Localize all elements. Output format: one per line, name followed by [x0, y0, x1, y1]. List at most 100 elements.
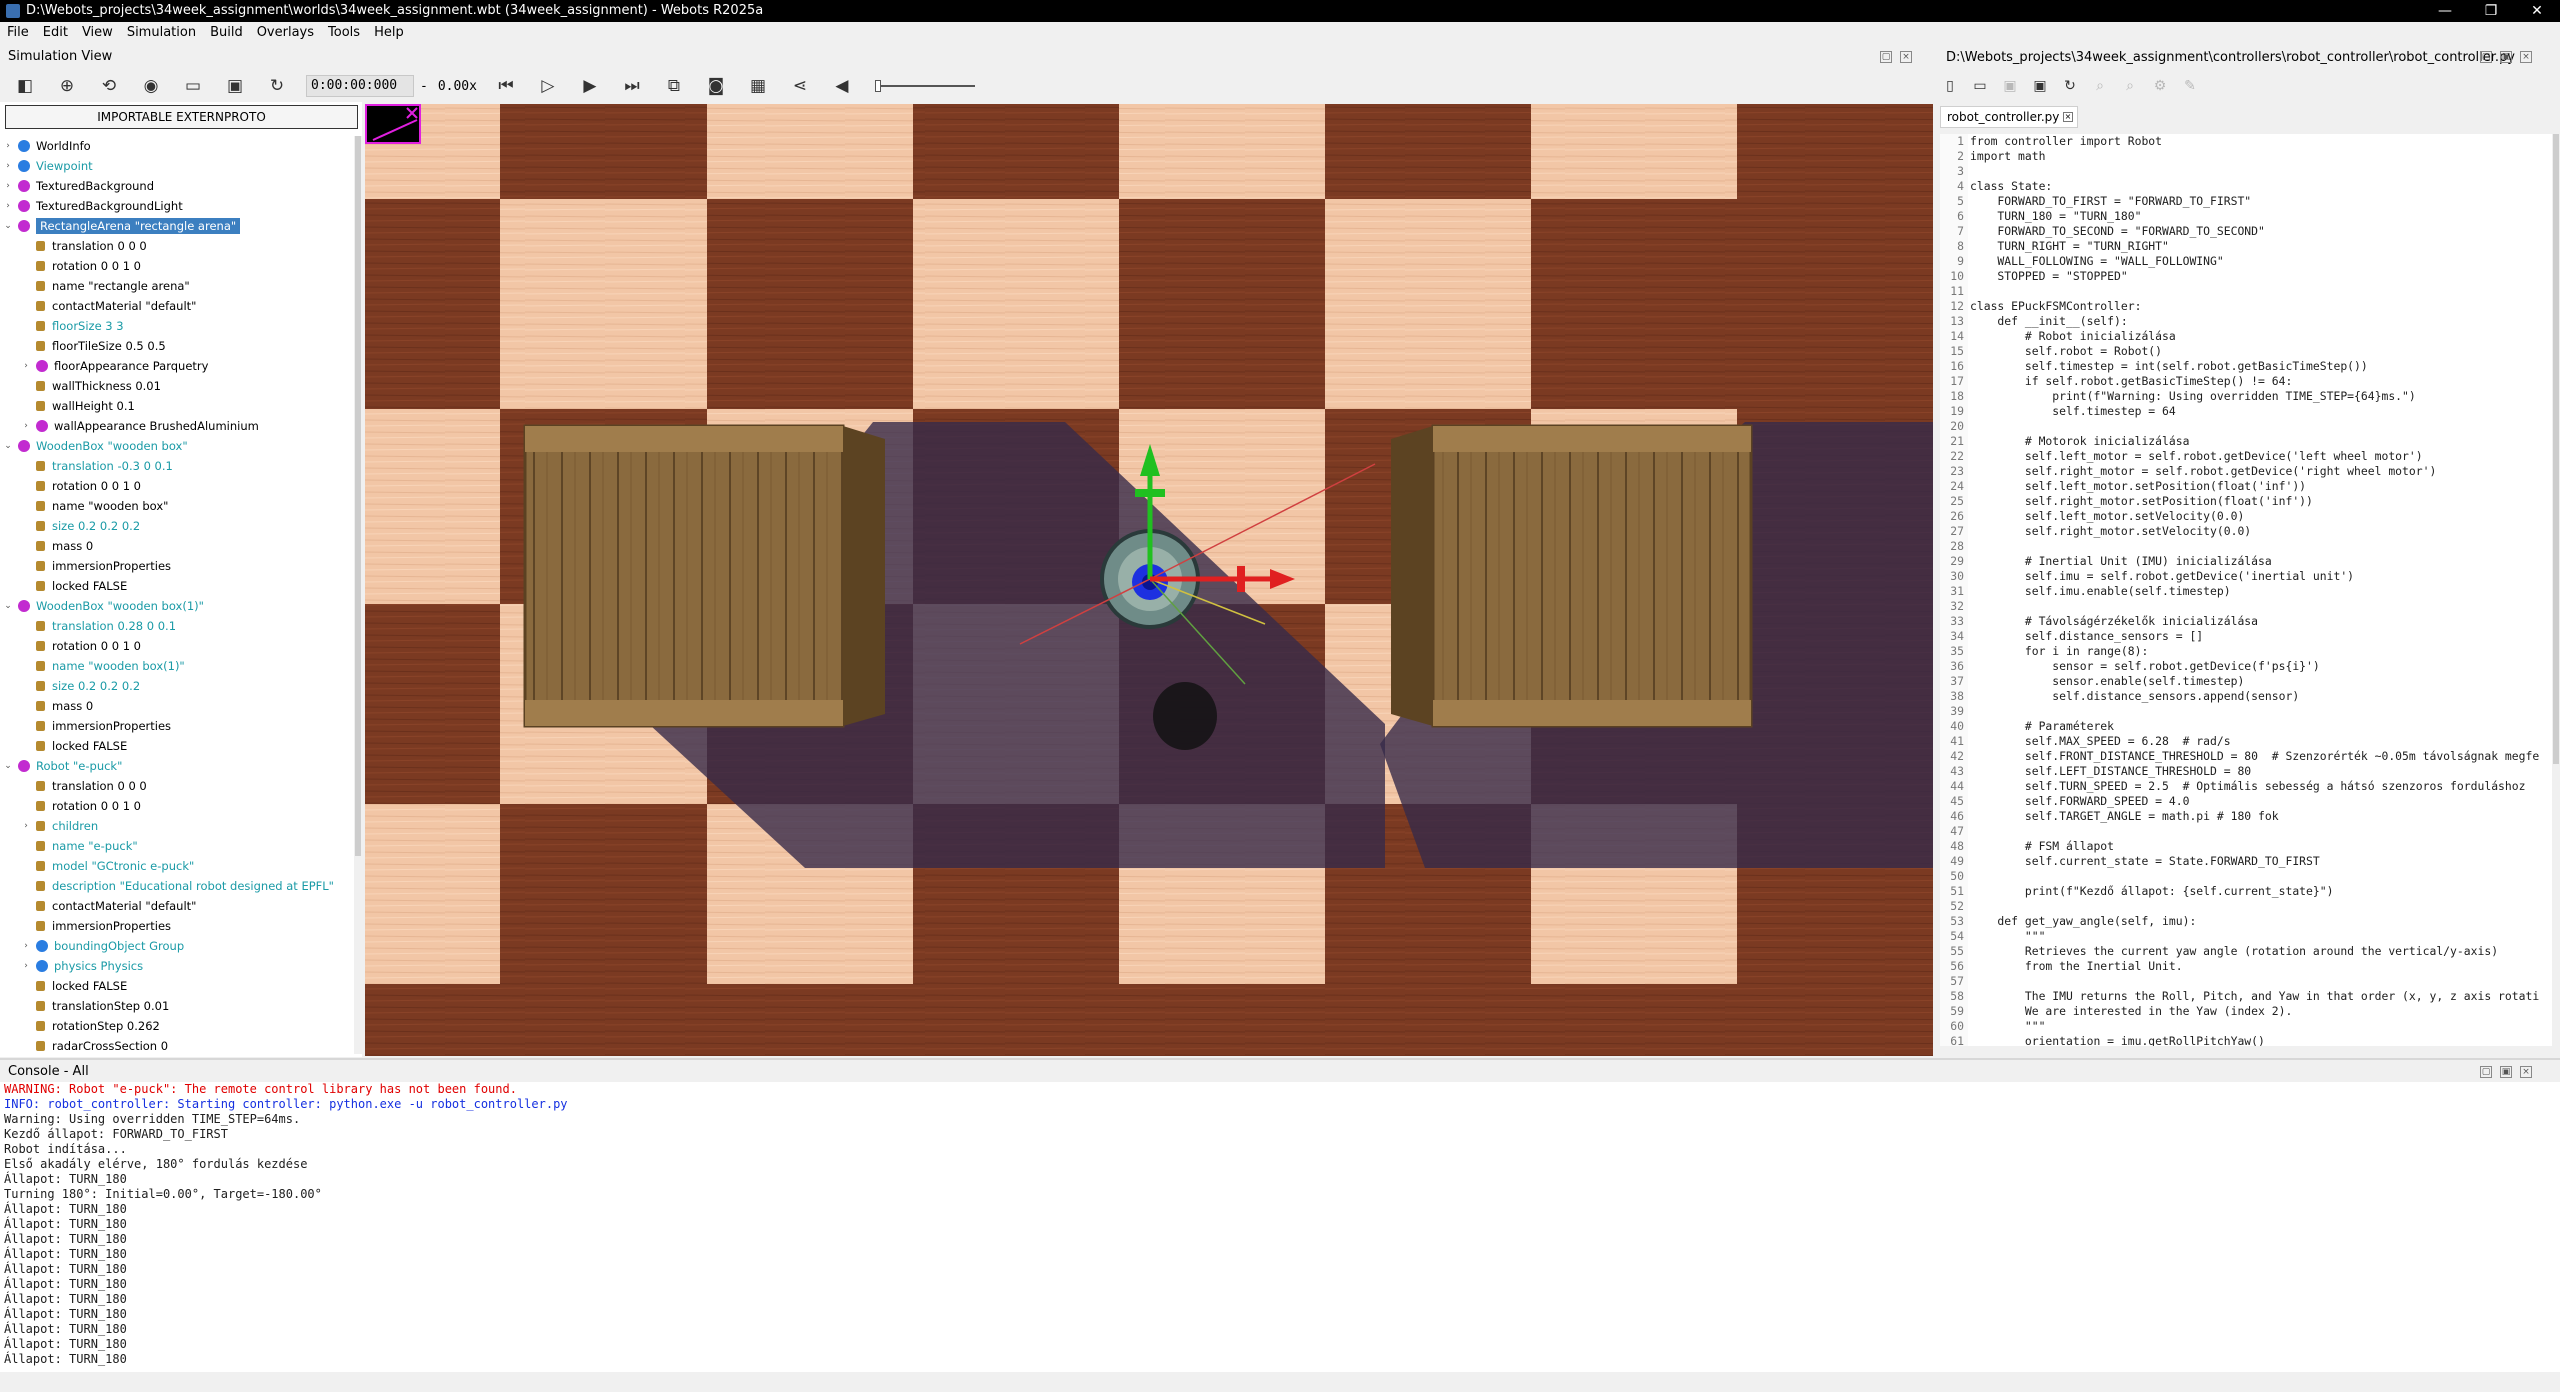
code-line[interactable]: 45 self.FORWARD_SPEED = 4.0 [1940, 794, 2552, 809]
code-line[interactable]: 3 [1940, 164, 2552, 179]
collapse-arrow-icon[interactable]: › [20, 821, 32, 831]
scene-tree-field[interactable]: rotation 0 0 1 0 [2, 256, 352, 276]
toggle-scene-tree-icon[interactable]: ◧ [12, 73, 38, 99]
save-world-icon[interactable]: ▣ [222, 73, 248, 99]
scene-tree-field[interactable]: rotation 0 0 1 0 [2, 636, 352, 656]
scene-tree-field[interactable]: translation 0 0 0 [2, 236, 352, 256]
code-line[interactable]: 12 class EPuckFSMController: [1940, 299, 2552, 314]
code-line[interactable]: 30 self.imu = self.robot.getDevice('iner… [1940, 569, 2552, 584]
code-line[interactable]: 38 self.distance_sensors.append(sensor) [1940, 689, 2552, 704]
code-line[interactable]: 4 class State: [1940, 179, 2552, 194]
scene-tree-field[interactable]: locked FALSE [2, 736, 352, 756]
code-line[interactable]: 55 Retrieves the current yaw angle (rota… [1940, 944, 2552, 959]
save-all-icon[interactable]: ▣ [2030, 76, 2050, 96]
collapse-arrow-icon[interactable]: › [20, 361, 32, 371]
play-icon[interactable]: ▶ [577, 73, 603, 99]
maximize-button[interactable]: ❐ [2468, 0, 2514, 22]
code-line[interactable]: 42 self.FRONT_DISTANCE_THRESHOLD = 80 # … [1940, 749, 2552, 764]
scene-tree-field[interactable]: locked FALSE [2, 576, 352, 596]
editor-maximize-icon[interactable]: ▣ [2500, 51, 2512, 63]
wooden-box-right[interactable] [1391, 424, 1753, 728]
scene-tree-node[interactable]: › WorldInfo [2, 136, 352, 156]
find-icon[interactable]: ⌕ [2090, 76, 2110, 96]
minimize-button[interactable]: — [2422, 0, 2468, 22]
collapse-arrow-icon[interactable]: › [20, 421, 32, 431]
code-line[interactable]: 22 self.left_motor = self.robot.getDevic… [1940, 449, 2552, 464]
expand-arrow-icon[interactable]: ⌄ [2, 221, 14, 231]
collapse-arrow-icon[interactable]: › [2, 161, 14, 171]
code-line[interactable]: 48 # FSM állapot [1940, 839, 2552, 854]
expand-arrow-icon[interactable]: ⌄ [2, 601, 14, 611]
code-line[interactable]: 14 # Robot inicializálása [1940, 329, 2552, 344]
panel-splitter[interactable] [0, 1058, 2560, 1060]
code-line[interactable]: 53 def get_yaw_angle(self, imu): [1940, 914, 2552, 929]
scene-tree-field[interactable]: name "rectangle arena" [2, 276, 352, 296]
code-line[interactable]: 46 self.TARGET_ANGLE = math.pi # 180 fok [1940, 809, 2552, 824]
scene-tree-field[interactable]: mass 0 [2, 536, 352, 556]
editor-close-icon[interactable]: × [2520, 51, 2532, 63]
code-line[interactable]: 39 [1940, 704, 2552, 719]
scene-tree-field[interactable]: immersionProperties [2, 556, 352, 576]
scene-tree-node[interactable]: ⌄ WoodenBox "wooden box(1)" [2, 596, 352, 616]
view-eye-icon[interactable]: ◉ [138, 73, 164, 99]
menu-edit[interactable]: Edit [36, 22, 75, 44]
code-line[interactable]: 10 STOPPED = "STOPPED" [1940, 269, 2552, 284]
menu-file[interactable]: File [0, 22, 36, 44]
scene-tree-field[interactable]: › children [2, 816, 352, 836]
code-line[interactable]: 43 self.LEFT_DISTANCE_THRESHOLD = 80 [1940, 764, 2552, 779]
scene-tree-field[interactable]: contactMaterial "default" [2, 896, 352, 916]
code-line[interactable]: 47 [1940, 824, 2552, 839]
add-node-icon[interactable]: ⊕ [54, 73, 80, 99]
save-file-icon[interactable]: ▣ [2000, 76, 2020, 96]
fast-forward-icon[interactable]: ⏭ [619, 73, 645, 99]
scene-tree-field[interactable]: name "wooden box" [2, 496, 352, 516]
scene-tree-field[interactable]: locked FALSE [2, 976, 352, 996]
code-line[interactable]: 37 sensor.enable(self.timestep) [1940, 674, 2552, 689]
code-line[interactable]: 34 self.distance_sensors = [] [1940, 629, 2552, 644]
screenshot-icon[interactable]: ◙ [703, 73, 729, 99]
open-file-icon[interactable]: ▭ [1970, 76, 1990, 96]
close-button[interactable]: ✕ [2514, 0, 2560, 22]
code-line[interactable]: 54 """ [1940, 929, 2552, 944]
scene-tree-field[interactable]: radarCrossSection 0 [2, 1036, 352, 1054]
3d-view[interactable] [365, 104, 1933, 1056]
menu-help[interactable]: Help [367, 22, 411, 44]
menu-overlays[interactable]: Overlays [250, 22, 321, 44]
importable-externproto-button[interactable]: IMPORTABLE EXTERNPROTO [5, 105, 358, 129]
code-line[interactable]: 21 # Motorok inicializálása [1940, 434, 2552, 449]
scene-tree-field[interactable]: immersionProperties [2, 916, 352, 936]
open-world-icon[interactable]: ▭ [180, 73, 206, 99]
volume-slider[interactable] [874, 80, 975, 92]
code-line[interactable]: 27 self.right_motor.setVelocity(0.0) [1940, 524, 2552, 539]
scene-tree-node[interactable]: › physics Physics [2, 956, 352, 976]
menu-tools[interactable]: Tools [321, 22, 367, 44]
volume-slider-thumb[interactable] [874, 80, 881, 92]
scene-tree-node[interactable]: › TexturedBackgroundLight [2, 196, 352, 216]
tab-robot-controller[interactable]: robot_controller.py × [1940, 106, 2078, 128]
code-line[interactable]: 29 # Inertial Unit (IMU) inicializálása [1940, 554, 2552, 569]
console-close-icon[interactable]: × [2520, 1066, 2532, 1078]
scene-tree-field[interactable]: size 0.2 0.2 0.2 [2, 516, 352, 536]
scene-tree-field[interactable]: size 0.2 0.2 0.2 [2, 676, 352, 696]
scene-tree-field[interactable]: translation 0 0 0 [2, 776, 352, 796]
code-line[interactable]: 31 self.imu.enable(self.timestep) [1940, 584, 2552, 599]
code-line[interactable]: 25 self.right_motor.setPosition(float('i… [1940, 494, 2552, 509]
collapse-arrow-icon[interactable]: › [2, 141, 14, 151]
code-line[interactable]: 8 TURN_RIGHT = "TURN_RIGHT" [1940, 239, 2552, 254]
console-maximize-icon[interactable]: ▣ [2500, 1066, 2512, 1078]
collapse-arrow-icon[interactable]: › [20, 941, 32, 951]
scene-tree-field[interactable]: floorSize 3 3 [2, 316, 352, 336]
scene-tree-node[interactable]: › wallAppearance BrushedAluminium [2, 416, 352, 436]
code-line[interactable]: 32 [1940, 599, 2552, 614]
scene-tree-field[interactable]: rotation 0 0 1 0 [2, 476, 352, 496]
scene-tree-field[interactable]: floorTileSize 0.5 0.5 [2, 336, 352, 356]
scene-tree-scrollbar[interactable] [354, 136, 362, 1054]
code-line[interactable]: 52 [1940, 899, 2552, 914]
code-line[interactable]: 18 print(f"Warning: Using overridden TIM… [1940, 389, 2552, 404]
scene-tree-node[interactable]: › floorAppearance Parquetry [2, 356, 352, 376]
overlay-camera-window[interactable] [365, 104, 421, 144]
code-line[interactable]: 17 if self.robot.getBasicTimeStep() != 6… [1940, 374, 2552, 389]
expand-arrow-icon[interactable]: ⌄ [2, 761, 14, 771]
code-line[interactable]: 24 self.left_motor.setPosition(float('in… [1940, 479, 2552, 494]
code-line[interactable]: 44 self.TURN_SPEED = 2.5 # Optimális seb… [1940, 779, 2552, 794]
